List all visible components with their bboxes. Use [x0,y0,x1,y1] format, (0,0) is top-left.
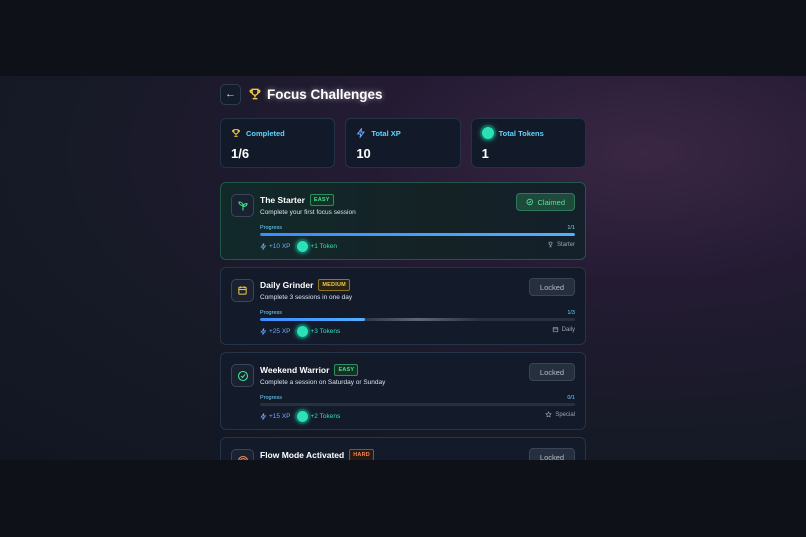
locked-button[interactable]: Locked [529,448,575,460]
progress-count: 0/1 [567,395,575,401]
category-label: Starter [547,241,575,248]
token-icon [296,410,308,422]
xp-reward-text: +25 XP [269,327,291,335]
lightning-icon [260,242,267,250]
progress-bar [260,318,575,321]
xp-reward-text: +10 XP [269,242,291,250]
challenge-description: Complete 3 sessions in one day [260,294,353,301]
stat-value: 1/6 [231,146,250,161]
token-reward-text: +3 Tokens [310,327,341,335]
difficulty-badge: EASY [334,364,359,376]
category-label: Special [545,411,575,418]
progress-fill [260,233,575,236]
app-viewport: ← Focus Challenges Completed 1/6 Total X… [0,76,806,460]
progress-fill [260,318,365,321]
star-icon [545,411,553,418]
arrow-left-icon: ← [225,88,236,100]
progress-label: Progress [260,310,283,316]
page-header: ← Focus Challenges [220,83,383,105]
challenge-title: Daily Grinder [260,280,314,290]
progress-label: Progress [260,395,283,401]
challenge-card[interactable]: Weekend Warrior EASY Complete a session … [220,352,586,430]
xp-reward: +15 XP [260,412,291,420]
difficulty-badge: HARD [349,449,374,460]
lightning-icon [356,128,366,138]
top-letterbox [0,0,806,76]
token-icon [296,240,308,252]
difficulty-badge: EASY [309,194,334,206]
stats-row: Completed 1/6 Total XP 10 Total Tokens 1 [220,118,586,168]
token-reward-text: +1 Token [310,242,337,250]
target-icon [231,449,254,460]
token-reward: +1 Token [296,240,337,252]
xp-reward-text: +15 XP [269,412,291,420]
progress-count: 1/3 [567,310,575,316]
bottom-letterbox [0,460,806,537]
category-text: Daily [561,326,575,333]
token-reward: +3 Tokens [296,325,341,337]
stat-total-tokens: Total Tokens 1 [470,118,586,168]
trophy-icon [232,129,240,137]
stat-label: Total Tokens [498,128,544,138]
lightning-icon [260,412,267,420]
token-icon [296,325,308,337]
progress-label: Progress [260,225,283,231]
token-icon [481,127,494,139]
challenge-description: Complete a session on Saturday or Sunday [260,379,386,386]
seedling-icon [231,194,254,217]
challenge-card[interactable]: Flow Mode Activated HARD Locked [220,437,586,460]
xp-reward: +10 XP [260,242,291,250]
stat-completed: Completed 1/6 [220,118,336,168]
claimed-button-label: Claimed [537,197,565,207]
calendar-icon [231,279,254,302]
challenge-description: Complete your first focus session [260,209,356,216]
trophy-icon [548,241,553,248]
stat-value: 10 [356,146,371,161]
progress-bar [260,233,575,236]
challenge-title: The Starter [260,195,305,205]
locked-button[interactable]: Locked [529,278,575,296]
progress-bar [260,403,575,406]
difficulty-badge: MEDIUM [318,279,350,291]
challenge-title: Weekend Warrior [260,365,330,375]
locked-button[interactable]: Locked [529,363,575,381]
challenge-card[interactable]: The Starter EASY Complete your first foc… [220,182,586,260]
stat-label: Total XP [371,128,401,138]
category-text: Special [555,411,575,418]
stat-total-xp: Total XP 10 [345,118,461,168]
calendar-icon [552,327,558,333]
stat-label: Completed [246,128,285,138]
category-text: Starter [556,241,575,248]
challenge-title: Flow Mode Activated [260,450,345,460]
challenge-card[interactable]: Daily Grinder MEDIUM Complete 3 sessions… [220,267,586,345]
check-circle-icon [526,198,533,206]
category-label: Daily [552,326,575,333]
xp-reward: +25 XP [260,327,291,335]
stat-value: 1 [481,146,489,161]
trophy-icon [249,88,261,100]
progress-count: 1/1 [567,225,575,231]
check-circle-icon [231,364,254,387]
progress-shimmer [354,318,481,321]
token-reward-text: +2 Tokens [310,412,341,420]
claimed-button[interactable]: Claimed [516,193,575,211]
lightning-icon [260,327,267,335]
back-button[interactable]: ← [220,83,241,105]
page-title: Focus Challenges [267,86,383,102]
token-reward: +2 Tokens [296,410,341,422]
